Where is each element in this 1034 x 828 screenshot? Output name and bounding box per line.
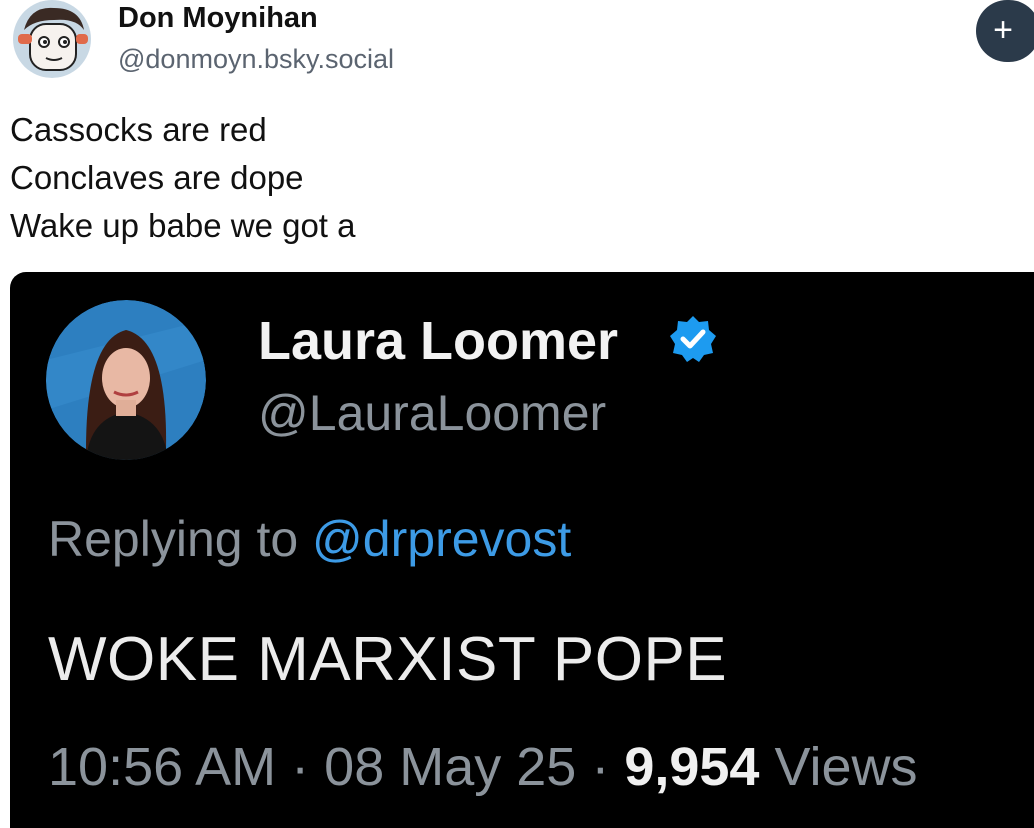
post-header: Don Moynihan @donmoyn.bsky.social + [0,0,1034,90]
post-line-2: Conclaves are dope [10,159,304,196]
embed-display-name: Laura Loomer [258,311,619,371]
tweet-date: 08 May 25 [324,737,577,797]
profile-photo-icon [46,300,206,460]
screenshot-page: Don Moynihan @donmoyn.bsky.social + Cass… [0,0,1034,828]
replying-mention: @drprevost [312,511,572,567]
post-line-3: Wake up babe we got a [10,207,356,244]
views-label: Views [759,737,918,797]
cartoon-face-avatar-icon [13,0,91,78]
tweet-time: 10:56 AM [48,737,277,797]
meta-separator-2: · [576,737,625,797]
author-handle[interactable]: @donmoyn.bsky.social [118,44,394,75]
tweet-text: WOKE MARXIST POPE [48,625,728,694]
replying-prefix: Replying to [48,511,313,567]
embedded-tweet-image[interactable]: Laura Loomer @LauraLoomer Replying to @d… [10,272,1034,828]
embed-handle: @LauraLoomer [258,385,607,441]
replying-to-line: Replying to @drprevost [48,510,571,568]
author-avatar[interactable] [10,0,94,78]
views-count: 9,954 [624,737,760,797]
follow-button[interactable]: + [976,0,1034,62]
tweet-meta: 10:56 AM · 08 May 25 · 9,954 Views [48,736,918,798]
verified-badge-icon [668,314,718,364]
author-name[interactable]: Don Moynihan [118,2,318,35]
meta-separator: · [276,737,325,797]
post-line-1: Cassocks are red [10,111,267,148]
post-text: Cassocks are red Conclaves are dope Wake… [10,106,356,250]
embed-avatar [46,300,206,460]
